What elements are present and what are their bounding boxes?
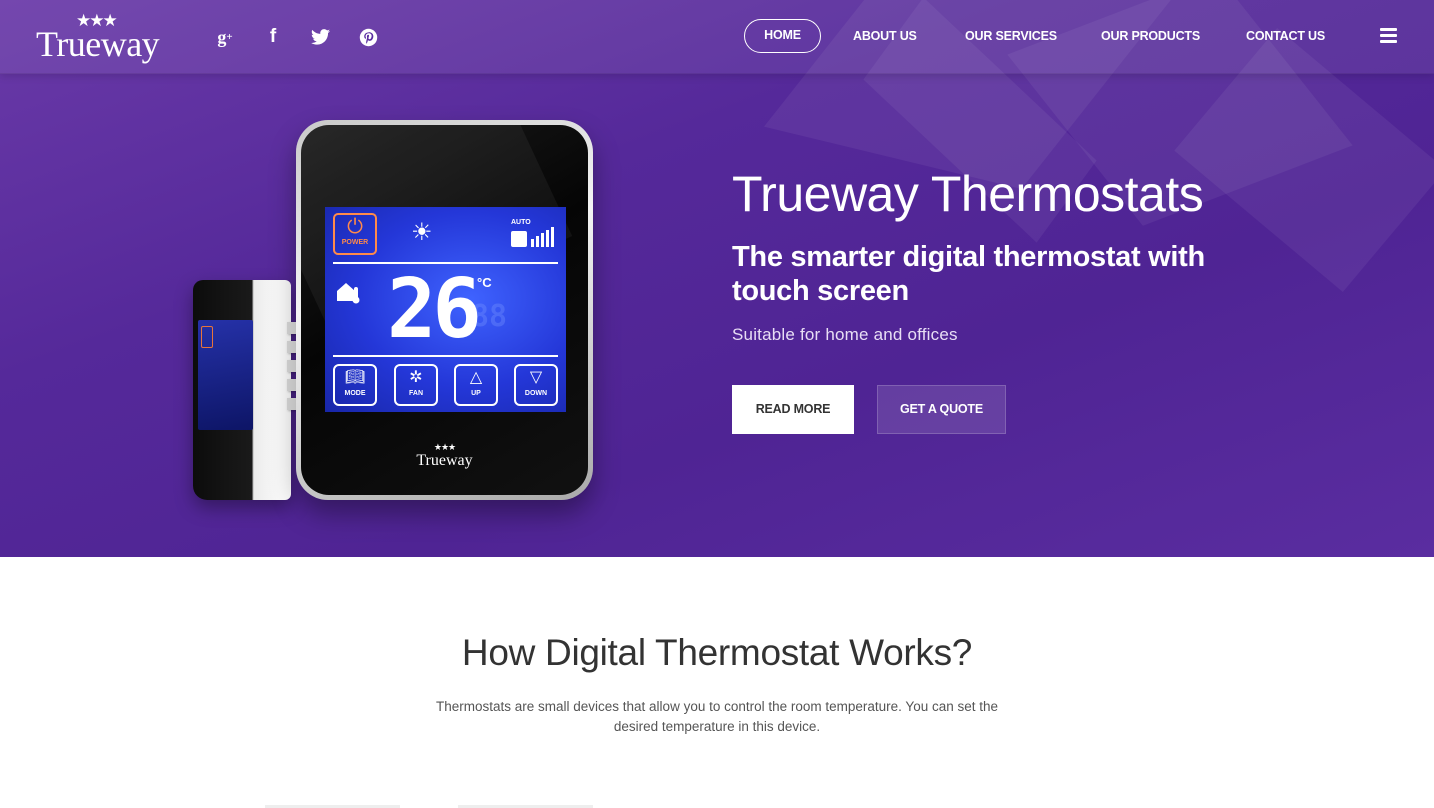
thermostat-image: ⏻ POWER ☀ AUTO 88 26 °C 📖︎ MODE ✲ FAN △ … [296,120,593,500]
small-power-icon [201,326,213,348]
nav-contact-us[interactable]: CONTACT US [1246,19,1325,53]
hero-banner: ⏻ POWER ☀ AUTO 88 26 °C 📖︎ MODE ✲ FAN △ … [0,0,1434,557]
section-title: How Digital Thermostat Works? [461,632,973,673]
read-more-button[interactable]: READ MORE [732,385,854,434]
power-icon: ⏻ [347,216,363,238]
triangle-down-icon: ▽ [529,369,543,386]
thermostat-lcd: ⏻ POWER ☀ AUTO 88 26 °C 📖︎ MODE ✲ FAN △ … [325,207,566,412]
temperature-unit: °C [477,275,492,290]
nav-our-services[interactable]: OUR SERVICES [965,19,1057,53]
hero-subtitle: The smarter digital thermostat with touc… [732,241,1205,307]
fan-speed-icon [511,227,559,247]
fan-icon: ✲ [409,369,423,386]
up-key: △ UP [454,364,498,406]
device-brand-logo: ★★★ Trueway [416,442,473,470]
sun-icon: ☀ [411,219,433,246]
power-key: ⏻ POWER [333,213,377,255]
nav-about-us[interactable]: ABOUT US [853,19,917,53]
triangle-up-icon: △ [469,369,483,386]
nav-home[interactable]: HOME [744,19,821,53]
mode-key: 📖︎ MODE [333,364,377,406]
thermostat-face: ⏻ POWER ☀ AUTO 88 26 °C 📖︎ MODE ✲ FAN △ … [301,125,588,495]
site-header: ★★★ Trueway g + f HOME ABOUT US OUR SERVI… [0,0,1434,74]
down-key: ▽ DOWN [514,364,558,406]
main-nav: HOME ABOUT US OUR SERVICES OUR PRODUCTS … [0,19,1434,53]
hamburger-menu-icon[interactable] [1380,28,1397,43]
hero-tagline: Suitable for home and offices [732,325,958,344]
power-label: POWER [341,239,369,246]
section-description: Thermostats are small devices that allow… [435,699,999,734]
nav-our-products[interactable]: OUR PRODUCTS [1101,19,1200,53]
house-thermometer-icon [337,283,360,304]
auto-label: AUTO [511,219,531,226]
small-thermostat-image [193,280,291,500]
temperature-readout: 26 [387,262,482,357]
hero-title: Trueway Thermostats [732,166,1204,222]
get-quote-button[interactable]: GET A QUOTE [877,385,1006,434]
book-icon: 📖︎ [344,369,366,386]
fan-key: ✲ FAN [394,364,438,406]
